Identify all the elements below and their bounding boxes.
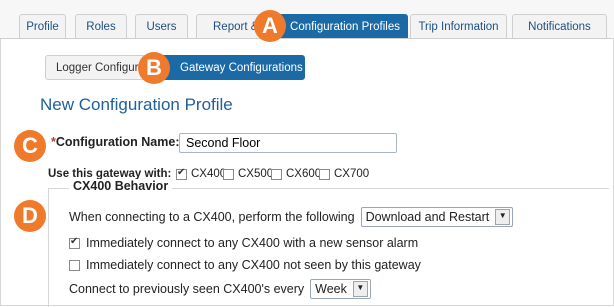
cx400-behavior-legend: CX400 Behavior (69, 179, 173, 193)
checkbox-not-seen[interactable] (69, 259, 80, 271)
option-label: Immediately connect to any CX400 with a … (86, 236, 419, 250)
connect-action-value: Download and Restart (365, 210, 490, 224)
connect-action-select[interactable]: Download and Restart ▼ (360, 207, 514, 227)
callout-marker-b: B (138, 52, 170, 84)
connect-frequency-select[interactable]: Week ▼ (310, 279, 371, 299)
gateway-option-cx700[interactable]: CX700 (319, 168, 369, 180)
connect-frequency-label: Connect to previously seen CX400's every (69, 282, 305, 296)
gateway-option-cx600[interactable]: CX600 (271, 168, 321, 180)
callout-marker-c: C (14, 130, 46, 162)
tab-bar: Profile Roles Users Report & Ex Configur… (0, 0, 614, 39)
callout-marker-d: D (14, 200, 46, 232)
option-not-seen[interactable]: Immediately connect to any CX400 not see… (69, 258, 421, 272)
chevron-down-icon[interactable]: ▼ (495, 209, 511, 225)
gateway-option-label: CX500 (238, 168, 274, 180)
gateway-option-cx400[interactable]: CX400 (176, 167, 227, 180)
checkbox-cx700[interactable] (319, 168, 330, 180)
subtab-gateway-configurations[interactable]: Gateway Configurations (161, 55, 305, 80)
tab-trip-information[interactable]: Trip Information (410, 14, 507, 38)
checkbox-cx600[interactable] (271, 168, 282, 180)
tab-roles[interactable]: Roles (75, 14, 127, 38)
connect-frequency-value: Week (315, 282, 347, 296)
chevron-down-icon[interactable]: ▼ (352, 281, 368, 297)
configuration-name-label-text: Configuration Name: (55, 135, 180, 149)
configuration-name-label: *Configuration Name: (51, 135, 179, 149)
connect-frequency-row: Connect to previously seen CX400's every… (69, 279, 371, 299)
gateway-option-label: CX700 (334, 168, 370, 180)
tab-profile[interactable]: Profile (19, 14, 66, 38)
gateway-option-label: CX600 (286, 168, 322, 180)
tab-notifications[interactable]: Notifications (512, 14, 607, 38)
connect-action-row: When connecting to a CX400, perform the … (69, 207, 514, 227)
checkbox-cx400[interactable] (176, 167, 187, 180)
option-label: Immediately connect to any CX400 not see… (86, 258, 421, 272)
checkbox-new-sensor-alarm[interactable] (69, 236, 80, 249)
page-title: New Configuration Profile (40, 95, 233, 114)
tab-users[interactable]: Users (135, 14, 188, 38)
checkbox-cx500[interactable] (223, 168, 234, 180)
gateway-option-label: CX400 (191, 168, 227, 180)
tab-configuration-profiles[interactable]: Configuration Profiles (268, 14, 408, 38)
gateway-option-cx500[interactable]: CX500 (223, 168, 273, 180)
callout-marker-a: A (254, 10, 286, 42)
connect-action-label: When connecting to a CX400, perform the … (69, 210, 355, 224)
option-new-sensor-alarm[interactable]: Immediately connect to any CX400 with a … (69, 236, 418, 250)
configuration-name-input[interactable] (179, 133, 397, 153)
